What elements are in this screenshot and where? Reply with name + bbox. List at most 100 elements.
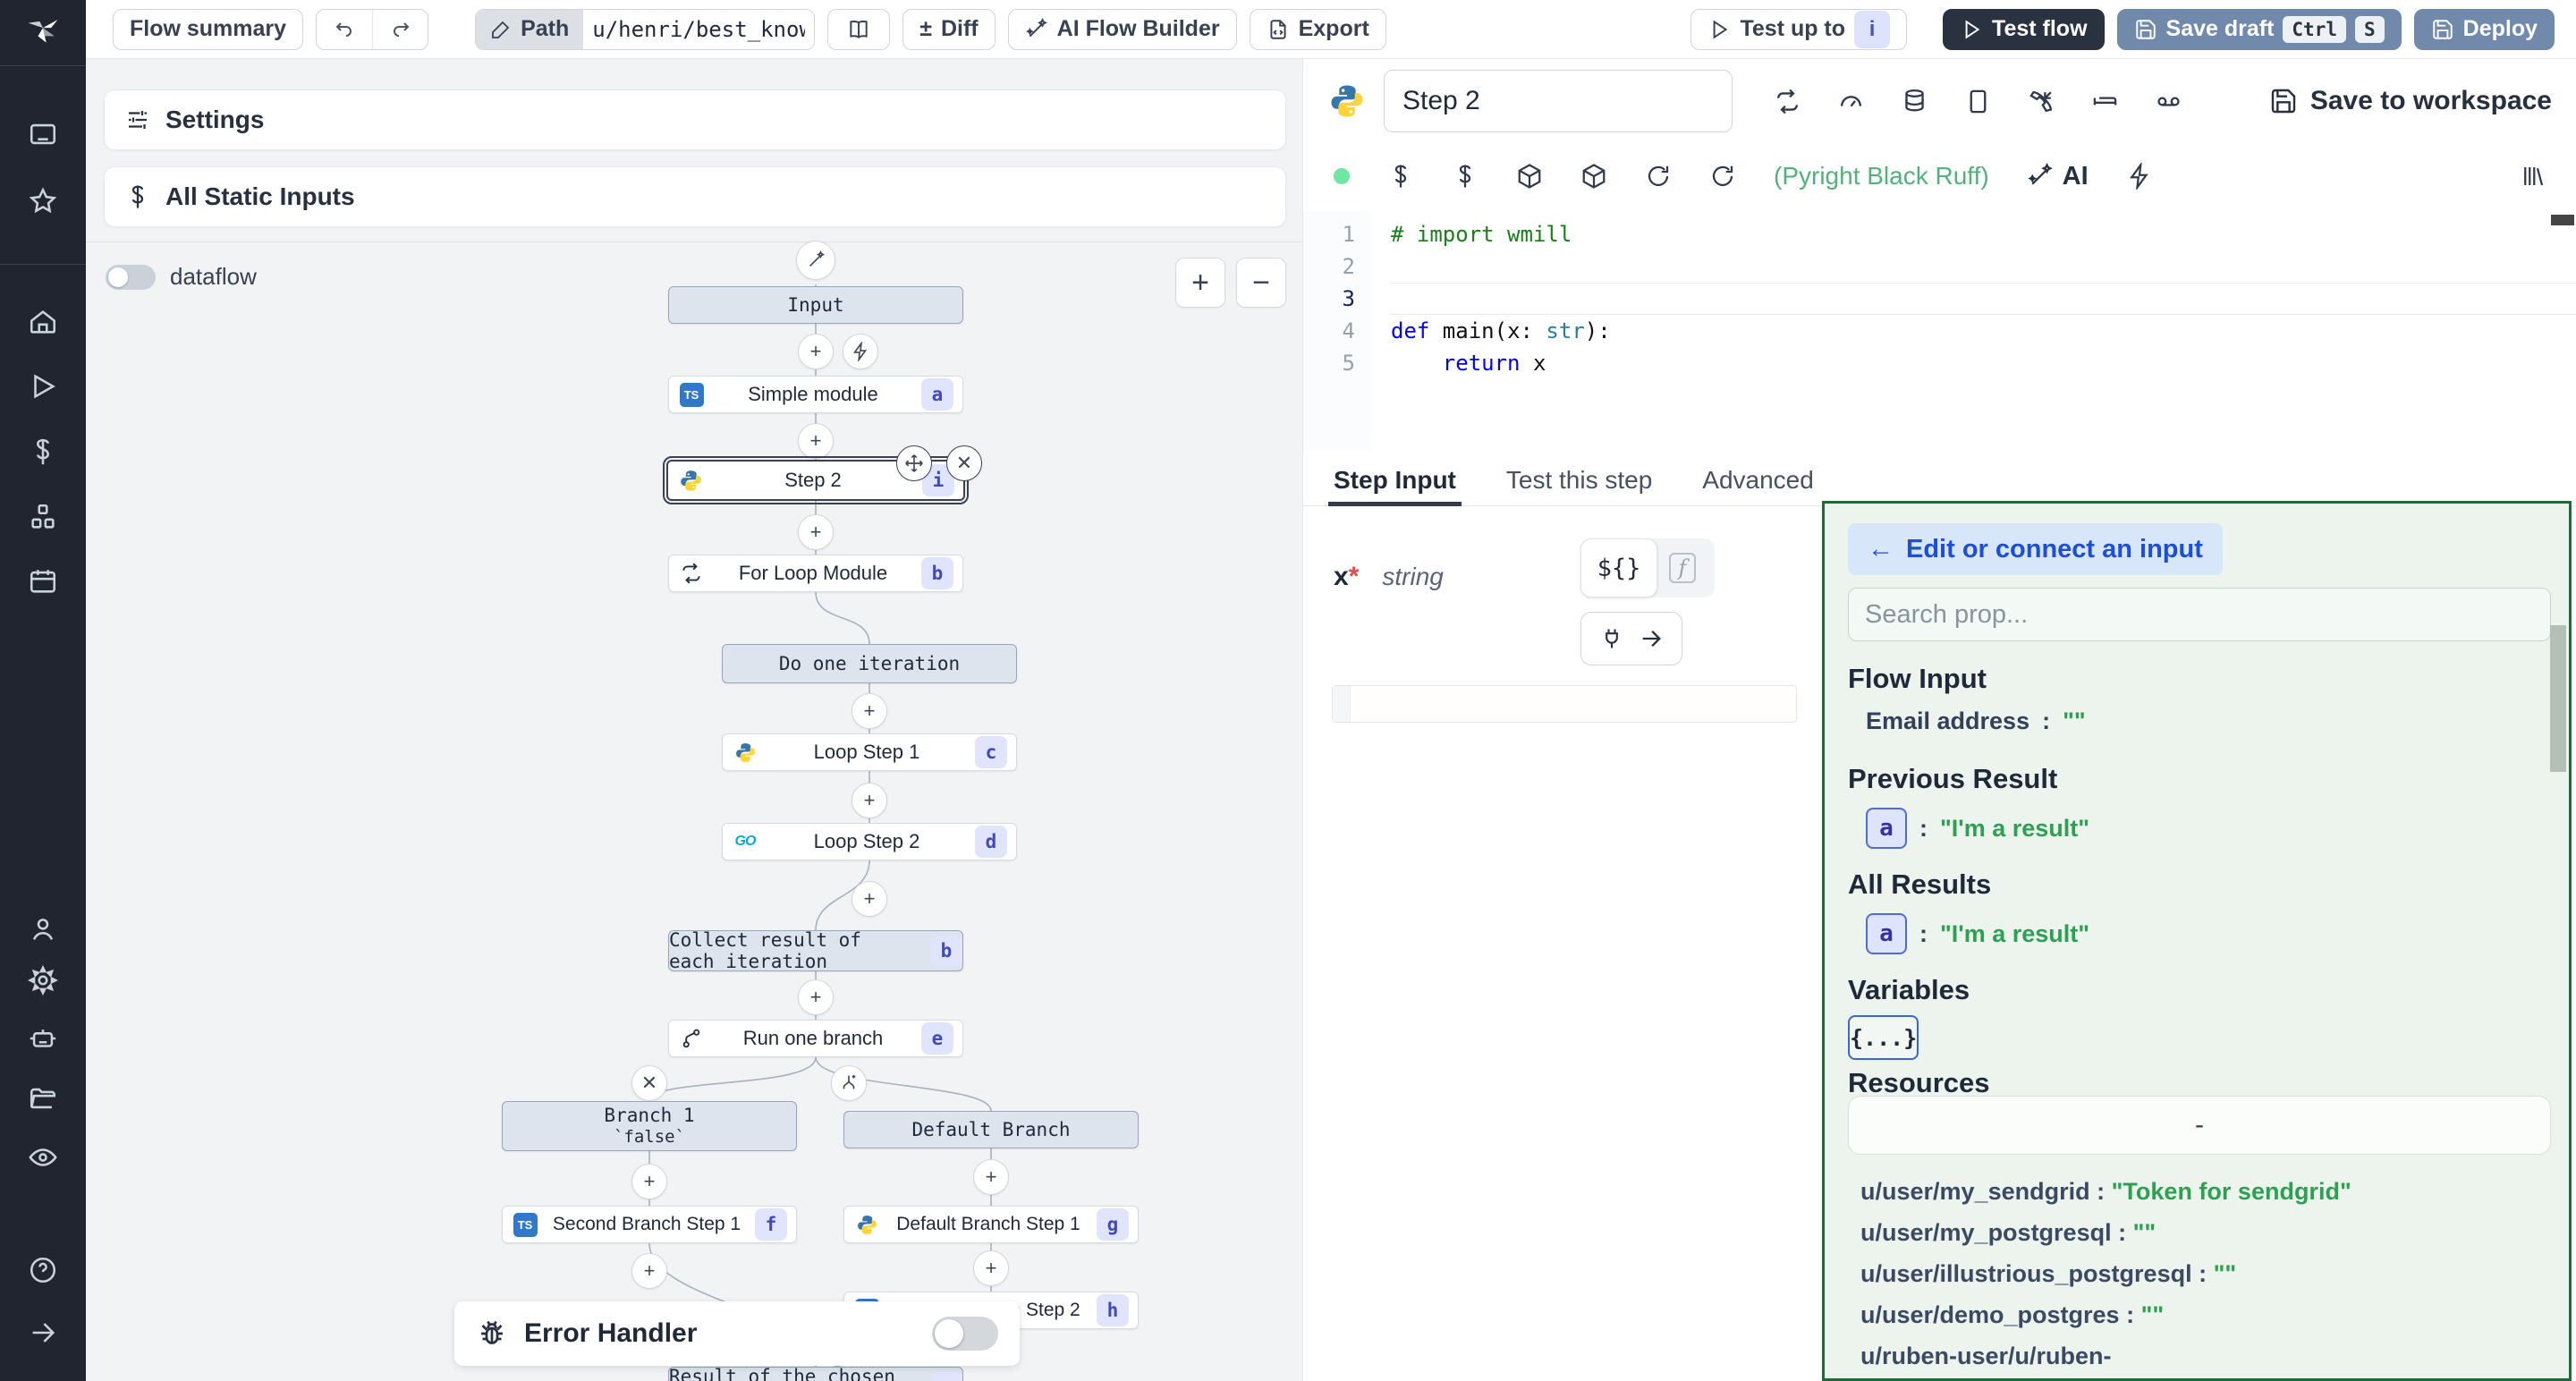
test-up-to-button[interactable]: Test up to i (1690, 9, 1907, 50)
flow-node-simple-module[interactable]: TS Simple module a (668, 376, 963, 413)
add-step-button[interactable]: + (631, 1253, 667, 1289)
user-icon[interactable] (28, 914, 58, 945)
help-icon[interactable] (28, 1255, 58, 1285)
ai-suggest-button[interactable] (796, 241, 835, 280)
flow-node-do-one-iteration[interactable]: Do one iteration (722, 644, 1017, 683)
resource-dollar-icon[interactable] (1452, 163, 1479, 190)
code-editor[interactable]: 1 2 3 4 5 # import wmill def main(x: str… (1303, 211, 2576, 451)
test-flow-button[interactable]: Test flow (1943, 9, 2104, 50)
diff-button[interactable]: ±Diff (902, 9, 995, 50)
sleep-frame-icon[interactable] (2091, 88, 2119, 115)
flow-canvas[interactable]: Settings All Static Inputs dataflow + − … (86, 59, 1302, 1381)
error-handler-toggle[interactable] (932, 1317, 998, 1351)
variable-dollar-icon[interactable] (1387, 163, 1414, 190)
step-chip[interactable]: a (1866, 808, 1907, 849)
ai-gen-button[interactable]: AI (2027, 162, 2089, 191)
package-icon[interactable] (1516, 163, 1543, 190)
favorites-star-icon[interactable] (28, 186, 58, 216)
docs-book-button[interactable] (827, 9, 890, 50)
flow-node-input[interactable]: Input (668, 286, 963, 324)
add-branch-button[interactable] (831, 1065, 867, 1101)
all-results-row[interactable]: a : "I'm a result" (1866, 913, 2089, 954)
suspend-phone-icon[interactable] (2028, 88, 2055, 115)
resource-row[interactable]: u/user/my_postgresql : "" (1860, 1214, 2569, 1251)
tab-advanced[interactable]: Advanced (1702, 460, 1814, 505)
home-icon[interactable] (28, 307, 58, 337)
template-expr-toggle[interactable]: ${} (1580, 538, 1657, 597)
add-step-button[interactable]: + (852, 693, 887, 729)
resource-row[interactable]: u/ruben-user/u/ruben-user/my_flow_2/g/al… (1860, 1337, 2569, 1381)
add-step-button[interactable]: + (798, 334, 834, 369)
add-step-button[interactable]: + (631, 1164, 667, 1199)
lightning-icon[interactable] (2126, 163, 2153, 190)
save-draft-button[interactable]: Save draft Ctrl S (2117, 9, 2402, 50)
schedules-icon[interactable] (28, 566, 58, 597)
cache-database-icon[interactable] (1901, 88, 1928, 115)
retry-icon[interactable] (1774, 88, 1801, 115)
move-step-button[interactable] (896, 445, 932, 481)
flow-node-result[interactable]: Result of the chosen branch e (668, 1367, 963, 1381)
settings-gear-icon[interactable] (28, 965, 58, 996)
redo-button[interactable] (372, 10, 428, 49)
trigger-button[interactable] (843, 334, 878, 369)
path-input[interactable] (583, 10, 814, 49)
resource-row[interactable]: u/user/my_sendgrid : "Token for sendgrid… (1860, 1173, 2569, 1210)
mock-square-icon[interactable] (1964, 88, 1992, 115)
resource-row[interactable]: u/user/illustrious_postgresql : "" (1860, 1255, 2569, 1292)
folders-icon[interactable] (28, 1083, 58, 1114)
flow-node-default-branch-step-1[interactable]: Default Branch Step 1 g (843, 1206, 1139, 1243)
add-step-button[interactable]: + (798, 423, 834, 459)
step-name-input[interactable] (1384, 70, 1733, 132)
flow-node-for-loop[interactable]: For Loop Module b (668, 555, 963, 592)
add-step-button[interactable]: + (973, 1159, 1009, 1195)
add-step-button[interactable]: + (852, 783, 887, 818)
flow-summary-button[interactable]: Flow summary (113, 9, 303, 50)
variables-icon[interactable] (28, 436, 58, 467)
resources-icon[interactable] (28, 502, 58, 532)
flow-node-collect-result[interactable]: Collect result of each iteration b (668, 930, 963, 971)
editor-scrollbar[interactable] (2551, 215, 2574, 225)
runs-icon[interactable] (28, 371, 58, 402)
gauge-icon[interactable] (1837, 88, 1865, 115)
reset-icon[interactable] (1709, 163, 1736, 190)
flow-input-row[interactable]: Email address : "" (1866, 707, 2086, 735)
search-prop-input[interactable] (1865, 600, 2534, 630)
add-step-button[interactable]: + (798, 979, 834, 1015)
undo-button[interactable] (317, 10, 372, 49)
resources-filter[interactable]: - (1848, 1096, 2551, 1155)
step-chip[interactable]: a (1866, 913, 1907, 954)
apps-icon[interactable] (28, 119, 58, 149)
windmill-logo[interactable] (0, 0, 86, 59)
argument-value-editor[interactable] (1332, 685, 1797, 723)
flow-node-second-branch-step-1[interactable]: TS Second Branch Step 1 f (502, 1206, 797, 1243)
library-icon[interactable] (2520, 163, 2546, 190)
flow-node-branch-1[interactable]: Branch 1 `false` (502, 1101, 797, 1151)
flow-node-loop-step-1[interactable]: Loop Step 1 c (722, 733, 1017, 771)
export-button[interactable]: Export (1250, 9, 1386, 50)
connect-input-group[interactable] (1580, 612, 1682, 665)
tab-step-input[interactable]: Step Input (1334, 460, 1456, 505)
add-step-button[interactable]: + (852, 881, 887, 917)
deploy-button[interactable]: Deploy (2414, 9, 2555, 50)
variables-chip[interactable]: {...} (1848, 1015, 1919, 1060)
tab-test-this-step[interactable]: Test this step (1506, 460, 1652, 505)
ai-flow-builder-button[interactable]: AI Flow Builder (1008, 9, 1237, 50)
audit-eye-icon[interactable] (28, 1142, 58, 1173)
connect-scrollbar[interactable] (2550, 625, 2566, 772)
delete-step-button[interactable]: ✕ (946, 445, 982, 481)
add-step-button[interactable]: + (973, 1250, 1009, 1286)
package-icon[interactable] (1580, 163, 1607, 190)
expand-arrow-icon[interactable] (28, 1317, 58, 1348)
workers-robot-icon[interactable] (28, 1023, 58, 1054)
flow-node-default-branch[interactable]: Default Branch (843, 1111, 1139, 1148)
variables-row[interactable]: {...} (1848, 1015, 1919, 1060)
remove-branch-button[interactable]: ✕ (631, 1065, 667, 1101)
function-toggle[interactable]: f (1657, 553, 1707, 583)
add-step-button[interactable]: + (798, 514, 834, 550)
voicemail-icon[interactable] (2155, 88, 2182, 115)
edit-or-connect-chip[interactable]: ← Edit or connect an input (1848, 523, 2223, 575)
flow-node-run-one-branch[interactable]: Run one branch e (668, 1020, 963, 1057)
flow-node-loop-step-2[interactable]: GO Loop Step 2 d (722, 823, 1017, 860)
reload-icon[interactable] (1645, 163, 1672, 190)
resource-row[interactable]: u/user/demo_postgres : "" (1860, 1296, 2569, 1334)
